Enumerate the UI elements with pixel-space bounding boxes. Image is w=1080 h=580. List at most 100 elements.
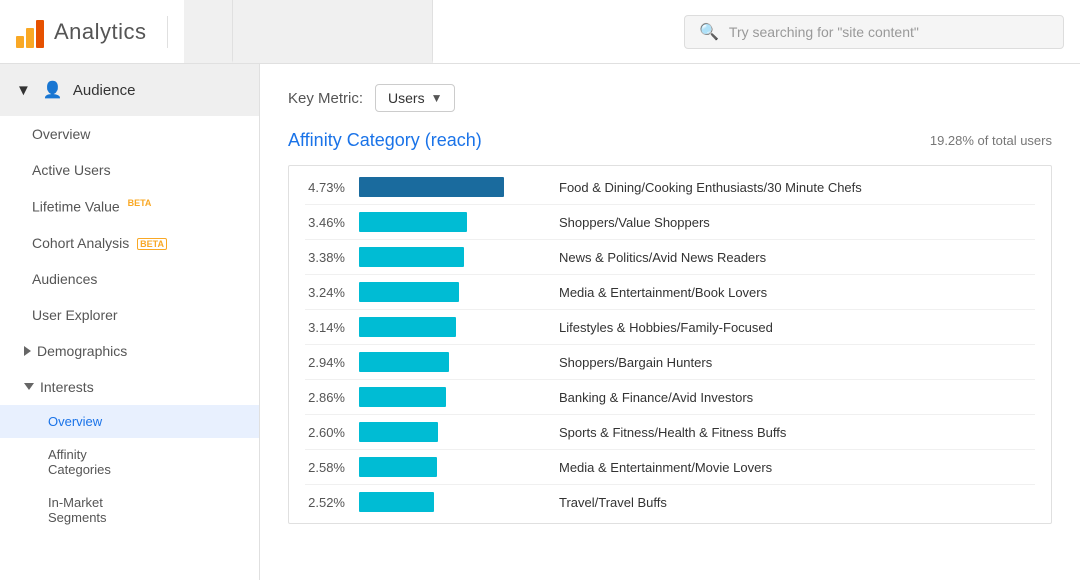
bar-container — [359, 317, 539, 337]
bar-container — [359, 212, 539, 232]
metric-select[interactable]: Users ▼ — [375, 84, 455, 112]
pct-label: 3.38% — [305, 250, 359, 265]
pct-label: 4.73% — [305, 180, 359, 195]
category-label: Travel/Travel Buffs — [559, 495, 1035, 510]
pct-label: 3.24% — [305, 285, 359, 300]
bar-container — [359, 492, 539, 512]
sidebar-audience-header[interactable]: ▼ 👤 Audience — [0, 64, 259, 116]
bar — [359, 492, 434, 512]
category-label: Shoppers/Bargain Hunters — [559, 355, 1035, 370]
audiences-label: Audiences — [32, 271, 97, 287]
pct-label: 2.86% — [305, 390, 359, 405]
table-row: 4.73% Food & Dining/Cooking Enthusiasts/3… — [305, 170, 1035, 205]
person-icon: 👤 — [43, 80, 63, 100]
metric-select-value: Users — [388, 90, 425, 106]
category-label: Media & Entertainment/Book Lovers — [559, 285, 1035, 300]
sidebar-sub-item-overview[interactable]: Overview — [0, 405, 259, 438]
header-tab-1[interactable] — [184, 0, 233, 63]
bar — [359, 247, 464, 267]
sidebar-item-cohort-analysis[interactable]: Cohort Analysis BETA — [0, 225, 259, 261]
sidebar-sub-item-in-market-segments[interactable]: In-MarketSegments — [0, 486, 259, 534]
pct-label: 2.60% — [305, 425, 359, 440]
search-icon: 🔍 — [699, 22, 719, 42]
bar-container — [359, 247, 539, 267]
bar — [359, 457, 437, 477]
category-label: Sports & Fitness/Health & Fitness Buffs — [559, 425, 1035, 440]
user-explorer-label: User Explorer — [32, 307, 118, 323]
bar — [359, 212, 467, 232]
search-bar[interactable]: 🔍 Try searching for "site content" — [684, 15, 1064, 49]
key-metric-label: Key Metric: — [288, 90, 363, 107]
logo-area: Analytics — [16, 16, 168, 48]
interests-overview-label: Overview — [48, 414, 102, 429]
metric-select-arrow-icon: ▼ — [431, 91, 443, 105]
audience-label: Audience — [73, 82, 136, 99]
bar — [359, 352, 449, 372]
lifetime-value-label: Lifetime Value — [32, 199, 120, 215]
audience-chevron-icon: ▼ — [16, 82, 31, 99]
search-placeholder-text: Try searching for "site content" — [729, 24, 919, 40]
sidebar-item-lifetime-value[interactable]: Lifetime Value BETA — [0, 188, 259, 225]
cohort-analysis-label: Cohort Analysis — [32, 235, 129, 251]
category-label: Media & Entertainment/Movie Lovers — [559, 460, 1035, 475]
active-users-label: Active Users — [32, 162, 111, 178]
sidebar-item-user-explorer[interactable]: User Explorer — [0, 297, 259, 333]
category-label: News & Politics/Avid News Readers — [559, 250, 1035, 265]
interests-expand-icon — [24, 383, 34, 390]
table-row: 2.52% Travel/Travel Buffs — [305, 485, 1035, 519]
table-row: 2.94% Shoppers/Bargain Hunters — [305, 345, 1035, 380]
sidebar-section-demographics[interactable]: Demographics — [0, 333, 259, 369]
sidebar-item-active-users[interactable]: Active Users — [0, 152, 259, 188]
category-label: Lifestyles & Hobbies/Family-Focused — [559, 320, 1035, 335]
pct-label: 2.58% — [305, 460, 359, 475]
demographics-expand-icon — [24, 346, 31, 356]
affinity-header: Affinity Category (reach) 19.28% of tota… — [288, 130, 1052, 151]
affinity-chart: 4.73% Food & Dining/Cooking Enthusiasts/3… — [288, 165, 1052, 524]
sidebar-item-audiences[interactable]: Audiences — [0, 261, 259, 297]
table-row: 2.60% Sports & Fitness/Health & Fitness B… — [305, 415, 1035, 450]
lifetime-value-beta-badge: BETA — [128, 198, 152, 208]
bar-container — [359, 282, 539, 302]
key-metric-row: Key Metric: Users ▼ — [288, 84, 1052, 112]
bar — [359, 317, 456, 337]
bar-container — [359, 387, 539, 407]
pct-label: 3.14% — [305, 320, 359, 335]
affinity-title: Affinity Category (reach) — [288, 130, 482, 151]
header-tabs — [184, 0, 684, 63]
bar-container — [359, 422, 539, 442]
table-row: 3.24% Media & Entertainment/Book Lovers — [305, 275, 1035, 310]
pct-label: 2.52% — [305, 495, 359, 510]
bar-container — [359, 177, 539, 197]
table-row: 3.38% News & Politics/Avid News Readers — [305, 240, 1035, 275]
sidebar-section-interests[interactable]: Interests — [0, 369, 259, 405]
affinity-categories-label: AffinityCategories — [48, 447, 111, 477]
category-label: Food & Dining/Cooking Enthusiasts/30 Min… — [559, 180, 1035, 195]
table-row: 2.58% Media & Entertainment/Movie Lovers — [305, 450, 1035, 485]
demographics-label: Demographics — [37, 343, 127, 359]
bar-container — [359, 352, 539, 372]
bar — [359, 422, 438, 442]
pct-label: 3.46% — [305, 215, 359, 230]
bar — [359, 387, 446, 407]
header-tab-2[interactable] — [233, 0, 433, 63]
table-row: 2.86% Banking & Finance/Avid Investors — [305, 380, 1035, 415]
sidebar-sub-item-affinity-categories[interactable]: AffinityCategories — [0, 438, 259, 486]
bar — [359, 282, 459, 302]
table-row: 3.14% Lifestyles & Hobbies/Family-Focused — [305, 310, 1035, 345]
pct-label: 2.94% — [305, 355, 359, 370]
category-label: Banking & Finance/Avid Investors — [559, 390, 1035, 405]
affinity-stat: 19.28% of total users — [930, 133, 1052, 148]
sidebar-item-overview[interactable]: Overview — [0, 116, 259, 152]
table-row: 3.46% Shoppers/Value Shoppers — [305, 205, 1035, 240]
analytics-logo-icon — [16, 16, 44, 48]
sidebar: ▼ 👤 Audience Overview Active Users Lifet… — [0, 64, 260, 580]
interests-label: Interests — [40, 379, 94, 395]
category-label: Shoppers/Value Shoppers — [559, 215, 1035, 230]
in-market-segments-label: In-MarketSegments — [48, 495, 107, 525]
main-layout: ▼ 👤 Audience Overview Active Users Lifet… — [0, 64, 1080, 580]
bar-container — [359, 457, 539, 477]
app-title: Analytics — [54, 19, 147, 45]
header: Analytics 🔍 Try searching for "site cont… — [0, 0, 1080, 64]
content-area: Key Metric: Users ▼ Affinity Category (r… — [260, 64, 1080, 580]
overview-label: Overview — [32, 126, 90, 142]
